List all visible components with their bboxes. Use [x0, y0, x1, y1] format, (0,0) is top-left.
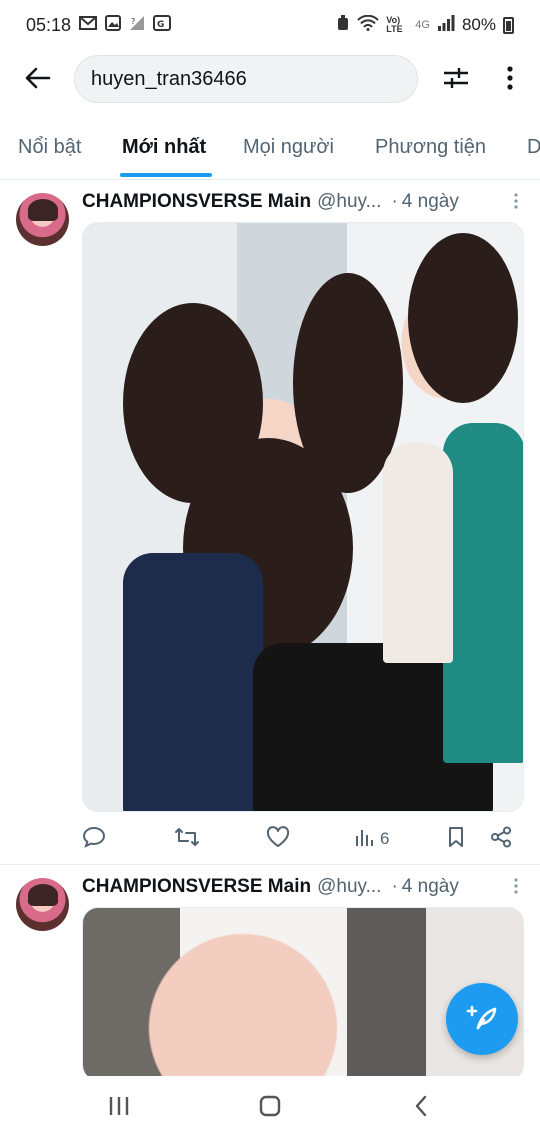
tab-people[interactable]: Mọi người	[243, 136, 334, 159]
display-name[interactable]: CHAMPIONSVERSE Main	[82, 876, 311, 898]
tab-media[interactable]: Phương tiện	[375, 136, 486, 159]
reply-icon	[82, 826, 106, 853]
translate-icon: G	[153, 15, 172, 35]
tab-latest[interactable]: Mới nhất	[122, 136, 206, 159]
status-bar: 05:18 ? G Vo) LTE 4G 80%	[0, 0, 540, 50]
wifi-icon	[357, 14, 379, 36]
tweet-actions: 6	[82, 824, 526, 854]
compose-icon	[466, 1001, 498, 1038]
views-button[interactable]: 6	[354, 824, 389, 854]
recent-apps-button[interactable]	[104, 1094, 134, 1122]
no-signal-icon: ?	[129, 15, 145, 35]
network-type-label: 4G	[415, 19, 430, 31]
bookmark-button[interactable]	[446, 824, 466, 854]
separator-dot: ·	[391, 191, 398, 212]
battery-icon	[503, 16, 514, 34]
svg-text:G: G	[157, 20, 164, 30]
sliders-icon	[443, 66, 469, 95]
home-icon	[258, 1094, 282, 1123]
back-button[interactable]	[20, 62, 56, 98]
tab-lists[interactable]: D	[527, 136, 540, 159]
views-count: 6	[380, 829, 390, 848]
retweet-button[interactable]	[174, 824, 200, 854]
photo-figure	[123, 553, 263, 811]
heart-icon	[266, 825, 290, 853]
home-button[interactable]	[255, 1094, 285, 1122]
alarm-icon	[336, 14, 350, 36]
tweet-menu-button[interactable]	[506, 192, 526, 214]
arrow-left-icon	[25, 67, 51, 94]
tweet[interactable]: CHAMPIONSVERSE Main @huy... · 4 ngày	[0, 181, 540, 865]
active-tab-indicator	[120, 173, 212, 177]
photo-figure	[383, 443, 453, 663]
tweet-header: CHAMPIONSVERSE Main @huy... · 4 ngày	[82, 189, 526, 215]
status-right: Vo) LTE 4G 80%	[336, 14, 514, 36]
top-bar: huyen_tran36466	[0, 52, 540, 108]
search-query: huyen_tran36466	[91, 67, 247, 90]
search-filter-button[interactable]	[438, 62, 474, 98]
display-name[interactable]: CHAMPIONSVERSE Main	[82, 191, 311, 213]
share-button[interactable]	[490, 824, 512, 854]
search-input[interactable]: huyen_tran36466	[74, 55, 418, 103]
kebab-icon	[507, 65, 513, 95]
signal-icon	[437, 14, 455, 36]
chart-icon	[354, 827, 374, 852]
status-left: 05:18 ? G	[26, 14, 172, 36]
kebab-icon	[514, 877, 518, 899]
gmail-icon	[79, 16, 98, 34]
battery-percent: 80%	[461, 15, 496, 34]
more-options-button[interactable]	[494, 62, 526, 98]
bookmark-icon	[446, 826, 466, 853]
avatar[interactable]	[16, 193, 69, 246]
search-tabs: Nổi bật Mới nhất Mọi người Phương tiện D	[0, 126, 540, 180]
tab-top[interactable]: Nổi bật	[18, 136, 81, 159]
avatar[interactable]	[16, 878, 69, 931]
tweet-photo[interactable]	[82, 222, 524, 812]
photo-figure	[443, 423, 523, 763]
share-icon	[490, 826, 512, 853]
nav-back-button[interactable]	[406, 1094, 436, 1122]
status-time: 05:18	[26, 14, 72, 35]
recent-apps-icon	[108, 1096, 130, 1121]
tweet-time: 4 ngày	[401, 876, 459, 897]
gallery-icon	[105, 15, 122, 35]
user-handle: @huy...	[317, 191, 382, 212]
tweet[interactable]: CHAMPIONSVERSE Main @huy... · 4 ngày	[0, 866, 540, 1081]
system-nav-bar	[0, 1076, 540, 1140]
photo-figure	[408, 233, 518, 403]
volte-label: Vo) LTE	[386, 15, 403, 34]
svg-text:?: ?	[131, 17, 135, 26]
user-handle: @huy...	[317, 876, 382, 897]
tweet-menu-button[interactable]	[506, 877, 526, 899]
tweet-header: CHAMPIONSVERSE Main @huy... · 4 ngày	[82, 874, 526, 900]
tweet-time: 4 ngày	[401, 191, 459, 212]
separator-dot: ·	[391, 876, 398, 897]
chevron-left-icon	[413, 1094, 429, 1123]
retweet-icon	[174, 826, 200, 853]
like-button[interactable]	[266, 824, 290, 854]
reply-button[interactable]	[82, 824, 106, 854]
compose-button[interactable]	[446, 983, 518, 1055]
kebab-icon	[514, 192, 518, 214]
